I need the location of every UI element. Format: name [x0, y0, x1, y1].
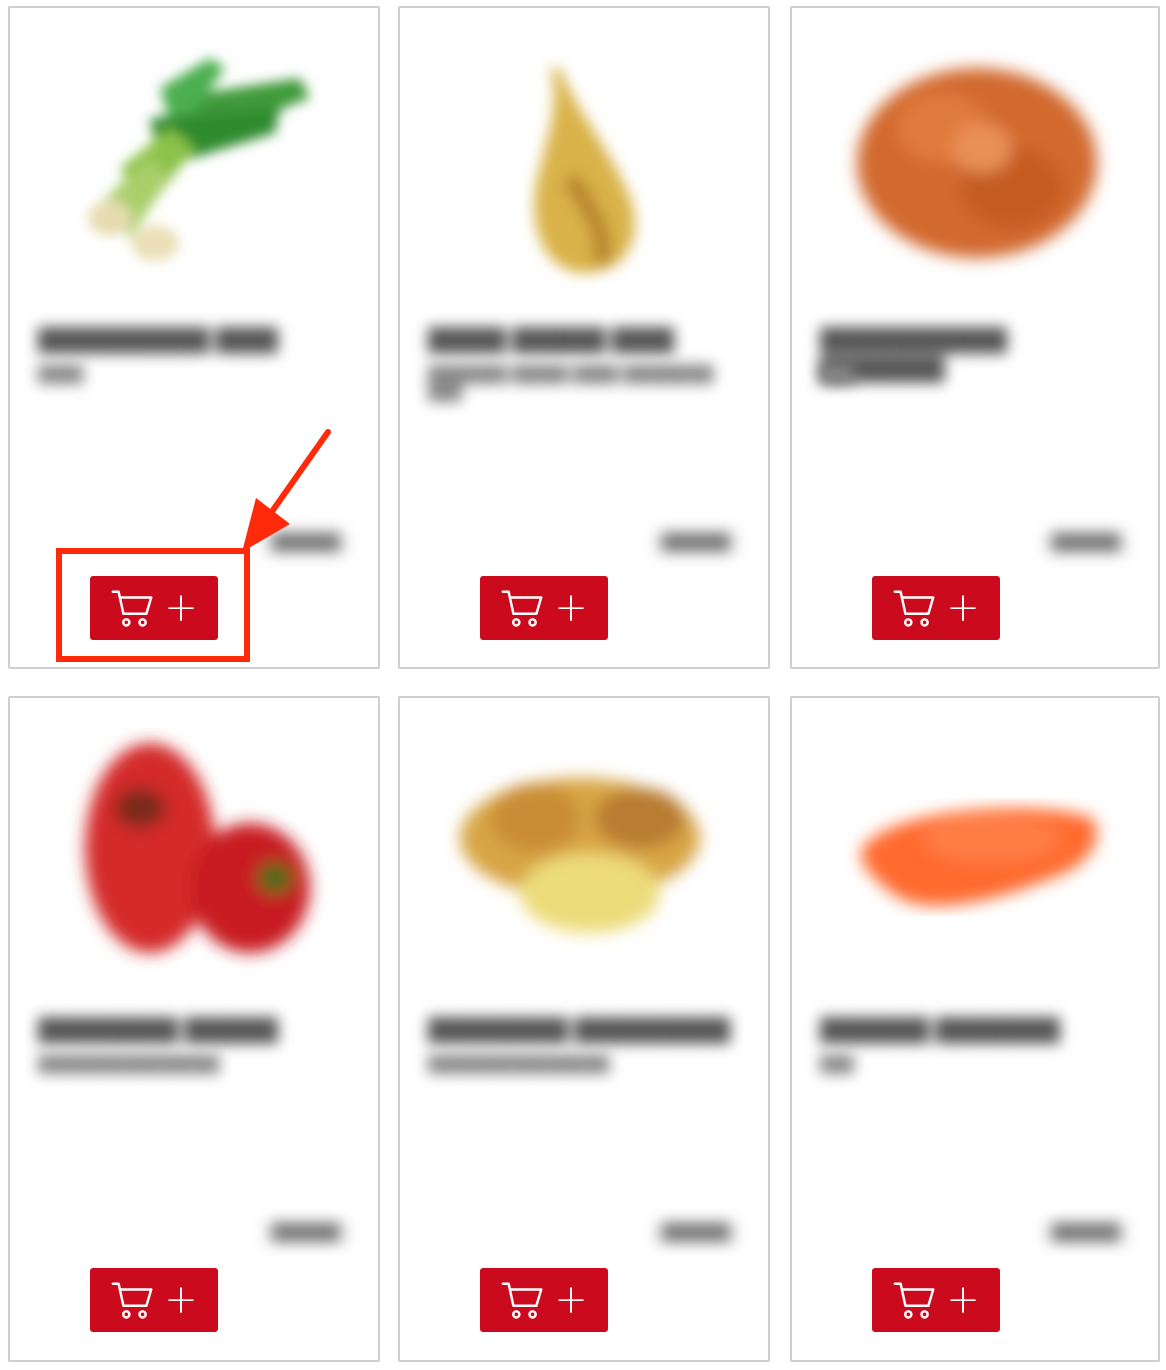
product-card[interactable]: ███████████ ████ ████ ██████ + — [8, 6, 380, 669]
add-to-cart-button[interactable]: + — [872, 576, 1000, 640]
product-card[interactable]: █████████ ██████ ████████████████ ██████… — [8, 696, 380, 1362]
product-image-spring-onion[interactable] — [50, 38, 340, 288]
product-image-shallots[interactable] — [832, 38, 1122, 288]
cart-icon — [110, 1277, 156, 1323]
product-unit-blurred: ████████████████ — [428, 1056, 610, 1073]
cart-icon — [500, 585, 546, 631]
add-to-cart-button[interactable]: + — [480, 1268, 608, 1332]
cart-icon — [892, 585, 938, 631]
add-plus-label: + — [946, 1277, 980, 1323]
add-plus-label: + — [946, 585, 980, 631]
product-name-blurred: █████████ ██████ — [38, 1017, 278, 1042]
add-plus-label: + — [164, 585, 198, 631]
product-name-blurred: █████████ ██████████ — [428, 1017, 731, 1042]
add-plus-label: + — [554, 1277, 588, 1323]
product-price-blurred: ██████ — [651, 530, 740, 556]
cart-icon — [892, 1277, 938, 1323]
add-to-cart-button[interactable]: + — [90, 576, 218, 640]
product-image-pear[interactable] — [440, 38, 730, 288]
product-unit-blurred: ███████ █████ ████ ████████ ███ — [428, 366, 714, 401]
product-card[interactable]: ████████████ ████████ ███ ██████ + — [790, 6, 1160, 669]
product-name-blurred: ███████ ████████ — [820, 1017, 1060, 1042]
product-name-blurred: █████ ██████ ████ — [428, 327, 675, 352]
add-plus-label: + — [554, 585, 588, 631]
add-to-cart-button[interactable]: + — [480, 576, 608, 640]
product-unit-blurred: ███ — [820, 1056, 855, 1073]
add-plus-label: + — [164, 1277, 198, 1323]
product-card[interactable]: ███████ ████████ ███ ██████ + — [790, 696, 1160, 1362]
product-price-blurred: ██████ — [261, 1220, 350, 1246]
product-card[interactable]: █████████ ██████████ ████████████████ ██… — [398, 696, 770, 1362]
product-image-red-peppers[interactable] — [50, 728, 340, 978]
cart-icon — [500, 1277, 546, 1323]
product-unit-blurred: ████████████████ — [38, 1056, 220, 1073]
product-card[interactable]: █████ ██████ ████ ███████ █████ ████ ███… — [398, 6, 770, 669]
product-grid: ███████████ ████ ████ ██████ + █████ ███… — [0, 0, 1166, 1370]
product-price-blurred: ██████ — [1041, 1220, 1130, 1246]
product-name-blurred: ███████████ ████ — [38, 327, 278, 352]
product-price-blurred: ██████ — [1041, 530, 1130, 556]
add-to-cart-button[interactable]: + — [90, 1268, 218, 1332]
product-image-carrot[interactable] — [832, 728, 1122, 978]
product-price-blurred: ██████ — [651, 1220, 740, 1246]
product-price-blurred: ██████ — [261, 530, 350, 556]
add-to-cart-button[interactable]: + — [872, 1268, 1000, 1332]
product-unit-blurred: ████ — [38, 366, 84, 383]
cart-icon — [110, 585, 156, 631]
product-image-ginger[interactable] — [440, 728, 730, 978]
product-unit-blurred: ███ — [820, 366, 855, 383]
